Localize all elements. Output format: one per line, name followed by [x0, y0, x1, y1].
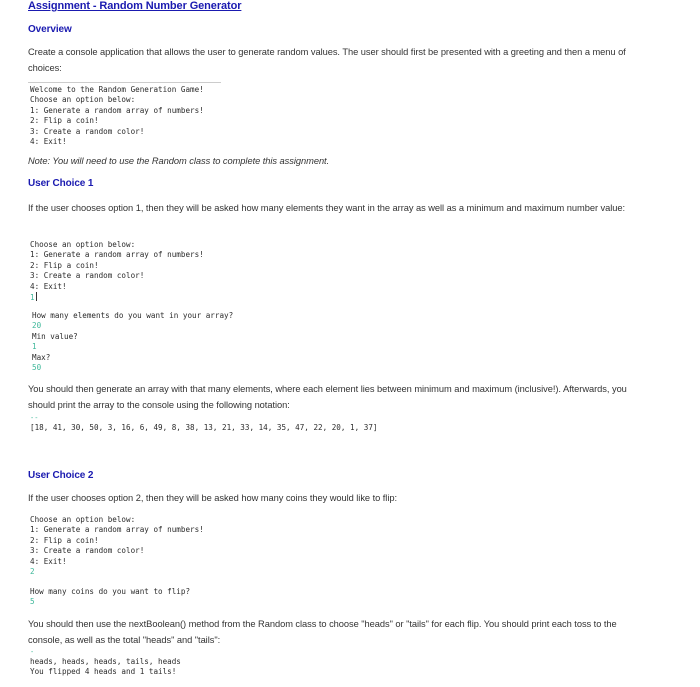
- overview-heading: Overview: [28, 24, 72, 35]
- console-line: 2: Flip a coin!: [30, 260, 99, 270]
- choice-2-text: If the user chooses option 2, then they …: [28, 493, 397, 503]
- input-min: 1: [32, 342, 37, 352]
- console-line: 3: Create a random color!: [30, 271, 145, 281]
- array-output: [18, 41, 30, 50, 3, 16, 6, 49, 8, 38, 13…: [30, 423, 378, 432]
- choice-1-text-2: You should then generate an array with t…: [28, 384, 627, 410]
- prompt-coins: How many coins do you want to flip?: [30, 587, 191, 596]
- flips-output: heads, heads, heads, tails, heads: [30, 657, 181, 666]
- console-line: 3: Create a random color!: [30, 546, 145, 556]
- summary-output: You flipped 4 heads and 1 tails!: [30, 667, 177, 677]
- menu-input-value: 2: [30, 567, 35, 577]
- overview-text: Create a console application that allows…: [28, 47, 626, 73]
- choice-2-menu-console: Choose an option below: 1: Generate a ran…: [30, 515, 204, 577]
- page-title[interactable]: Assignment - Random Number Generator: [28, 0, 241, 12]
- input-max: 50: [32, 363, 42, 373]
- console-line: 4: Exit!: [30, 137, 67, 147]
- choice-1-prompts-console: How many elements do you want in your ar…: [32, 311, 233, 373]
- coin-flip-output: heads, heads, heads, tails, heads You fli…: [30, 657, 181, 678]
- console-line: Choose an option below:: [30, 515, 136, 524]
- console-line: Choose an option below:: [30, 240, 136, 249]
- console-line: 4: Exit!: [30, 556, 67, 566]
- console-line: 1: Generate a random array of numbers!: [30, 525, 204, 535]
- choice-2-text-2: You should then use the nextBoolean() me…: [28, 619, 617, 645]
- console-line: 1: Generate a random array of numbers!: [30, 250, 204, 260]
- console-line: Choose an option below:: [30, 95, 136, 105]
- choice-1-menu-console: Choose an option below: 1: Generate a ran…: [30, 240, 204, 303]
- console-line: 2: Flip a coin!: [30, 535, 99, 545]
- console-dash: -: [30, 648, 35, 656]
- prompt-elements: How many elements do you want in your ar…: [32, 311, 234, 320]
- choice-1-text: If the user chooses option 1, then they …: [28, 203, 626, 213]
- text-cursor: [35, 292, 37, 302]
- user-choice-1-heading: User Choice 1: [28, 178, 94, 189]
- console-line: 3: Create a random color!: [30, 126, 145, 136]
- user-choice-2-heading: User Choice 2: [28, 470, 94, 481]
- console-line: Welcome to the Random Generation Game!: [30, 85, 204, 94]
- input-coins: 5: [30, 597, 35, 607]
- prompt-max: Max?: [32, 352, 51, 362]
- prompt-min: Min value?: [32, 331, 78, 341]
- menu-input-value: 1: [30, 293, 35, 303]
- console-line: 2: Flip a coin!: [30, 116, 99, 126]
- console-divider: [28, 82, 221, 83]
- choice-2-prompts-console: How many coins do you want to flip? 5: [30, 587, 190, 608]
- console-line: 1: Generate a random array of numbers!: [30, 105, 204, 115]
- input-elements: 20: [32, 321, 42, 331]
- console-dash: --: [30, 414, 39, 422]
- welcome-console: Welcome to the Random Generation Game! Ch…: [30, 85, 204, 147]
- console-line: 4: Exit!: [30, 281, 67, 291]
- random-class-note: Note: You will need to use the Random cl…: [28, 156, 330, 166]
